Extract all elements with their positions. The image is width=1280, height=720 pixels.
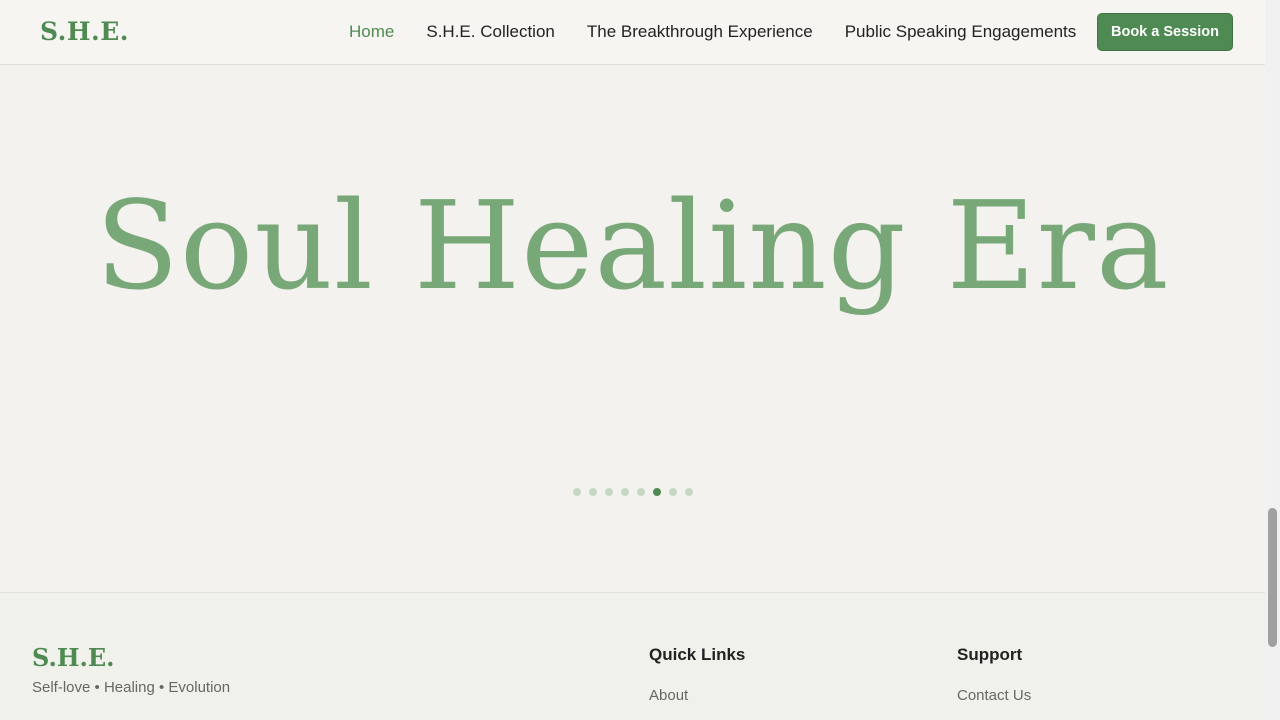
carousel-dot-6-active[interactable] xyxy=(653,488,661,496)
site-header: S.H.E. Home S.H.E. Collection The Breakt… xyxy=(0,0,1265,65)
footer-tagline: Self-love • Healing • Evolution xyxy=(32,679,231,696)
carousel-dot-8[interactable] xyxy=(685,488,693,496)
page: S.H.E. Home S.H.E. Collection The Breakt… xyxy=(0,0,1280,720)
footer-quick-links: Quick Links About xyxy=(649,645,745,704)
site-logo[interactable]: S.H.E. xyxy=(40,17,129,46)
quick-links-heading: Quick Links xyxy=(649,645,746,664)
main-nav: Home S.H.E. Collection The Breakthrough … xyxy=(349,0,1076,64)
carousel-dot-3[interactable] xyxy=(605,488,613,496)
footer-logo[interactable]: S.H.E. xyxy=(32,643,115,672)
book-session-button[interactable]: Book a Session xyxy=(1097,13,1233,51)
carousel-dot-5[interactable] xyxy=(637,488,645,496)
carousel-dot-7[interactable] xyxy=(669,488,677,496)
support-heading: Support xyxy=(957,645,1023,664)
hero-title: Soul Healing Era xyxy=(95,175,1170,317)
carousel-dot-4[interactable] xyxy=(621,488,629,496)
footer-link-about[interactable]: About xyxy=(649,687,745,704)
nav-item-public-speaking[interactable]: Public Speaking Engagements xyxy=(845,22,1077,42)
carousel-dot-2[interactable] xyxy=(589,488,597,496)
nav-item-home[interactable]: Home xyxy=(349,22,394,42)
nav-item-breakthrough-experience[interactable]: The Breakthrough Experience xyxy=(587,22,813,42)
hero-carousel: Soul Healing Era xyxy=(0,65,1265,592)
carousel-dots xyxy=(573,488,693,496)
footer-support: Support Contact Us xyxy=(957,645,1031,704)
footer-link-contact-us[interactable]: Contact Us xyxy=(957,687,1031,704)
nav-item-she-collection[interactable]: S.H.E. Collection xyxy=(426,22,555,42)
carousel-dot-1[interactable] xyxy=(573,488,581,496)
site-footer: S.H.E. Self-love • Healing • Evolution Q… xyxy=(0,592,1265,720)
scrollbar-thumb[interactable] xyxy=(1268,508,1277,647)
page-scrollbar[interactable] xyxy=(1265,0,1280,720)
